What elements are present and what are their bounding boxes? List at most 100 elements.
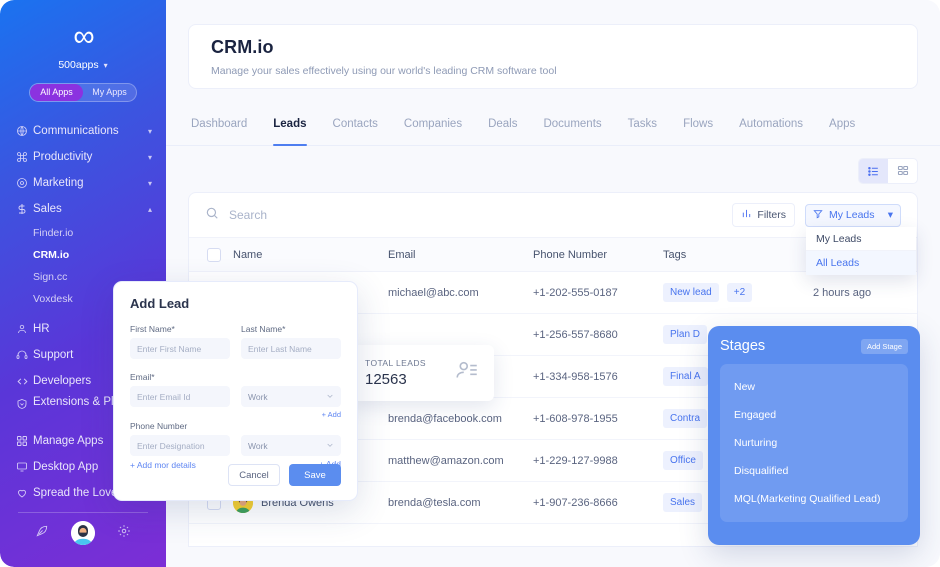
- total-leads-label: TOTAL LEADS: [365, 358, 426, 368]
- view-toggle: [858, 158, 918, 184]
- row-tags: New lead +2: [663, 283, 813, 302]
- brand-name: 500apps: [58, 59, 99, 71]
- tab-documents[interactable]: Documents: [530, 110, 614, 146]
- grid-view-icon[interactable]: [888, 159, 917, 183]
- phone-row: Phone Number Enter Designation + Add mor…: [130, 421, 341, 470]
- dropdown-option-all-leads[interactable]: All Leads: [806, 251, 916, 275]
- sidebar-item-label: Communications: [33, 125, 119, 137]
- stage-item-engaged[interactable]: Engaged: [720, 401, 908, 429]
- row-phone: +1-608-978-1955: [533, 412, 618, 425]
- first-name-field[interactable]: Enter First Name: [130, 338, 230, 359]
- list-view-icon[interactable]: [859, 159, 888, 183]
- sidebar-item-sales[interactable]: Sales ▴: [0, 196, 166, 222]
- sidebar-subitem-crm[interactable]: CRM.io: [0, 244, 166, 266]
- sidebar-item-label: Sales: [33, 203, 62, 215]
- page-subtitle: Manage your sales effectively using our …: [211, 65, 557, 77]
- phone-label: Phone Number: [130, 421, 188, 431]
- dollar-icon: [16, 203, 33, 215]
- funnel-icon: [813, 209, 823, 222]
- cancel-button[interactable]: Cancel: [228, 464, 280, 486]
- column-header-name: Name: [233, 248, 263, 261]
- sidebar-item-communications[interactable]: Communications ▾: [0, 118, 166, 144]
- add-stage-button[interactable]: Add Stage: [860, 338, 908, 354]
- chevron-down-icon: ▾: [887, 209, 893, 221]
- my-apps-segment[interactable]: My Apps: [83, 84, 136, 101]
- sidebar-divider: [18, 512, 148, 513]
- tab-flows[interactable]: Flows: [670, 110, 726, 146]
- tag-badge[interactable]: Contra: [663, 409, 708, 428]
- sidebar-item-marketing[interactable]: Marketing ▾: [0, 170, 166, 196]
- command-icon: [16, 151, 33, 163]
- page-title-card: CRM.io Manage your sales effectively usi…: [188, 24, 918, 89]
- phone-field[interactable]: Enter Designation: [130, 435, 230, 456]
- chevron-down-icon: ▾: [103, 60, 108, 70]
- email-row: Email* Enter Email Id . Work + Add: [130, 372, 341, 419]
- filters-button[interactable]: Filters: [732, 203, 795, 227]
- name-row: First Name* Enter First Name Last Name* …: [130, 324, 341, 359]
- email-type-select[interactable]: Work: [241, 386, 341, 407]
- sidebar-item-label: Marketing: [33, 177, 84, 189]
- stage-item-new[interactable]: New: [720, 373, 908, 401]
- row-time: 2 hours ago: [813, 286, 872, 299]
- infinity-logo-icon: ∞: [73, 20, 94, 53]
- tab-deals[interactable]: Deals: [475, 110, 530, 146]
- row-email: brenda@facebook.com: [388, 412, 502, 425]
- row-phone: +1-202-555-0187: [533, 286, 618, 299]
- add-lead-modal: Add Lead First Name* Enter First Name La…: [113, 281, 358, 501]
- tag-badge[interactable]: Office: [663, 451, 703, 470]
- chevron-down-icon: ▾: [147, 152, 152, 162]
- column-header-phone: Phone Number: [533, 248, 607, 261]
- shield-icon: [16, 396, 33, 410]
- row-phone: +1-907-236-8666: [533, 496, 618, 509]
- leads-scope-select[interactable]: My Leads ▾: [805, 203, 901, 227]
- stage-item-mql[interactable]: MQL(Marketing Qualified Lead): [720, 485, 908, 513]
- tag-overflow-badge[interactable]: +2: [726, 283, 753, 302]
- first-name-label: First Name*: [130, 324, 175, 334]
- sidebar-subitem-finder[interactable]: Finder.io: [0, 222, 166, 244]
- row-phone: +1-256-557-8680: [533, 328, 618, 341]
- brand-block: ∞ 500apps ▾: [0, 0, 166, 72]
- tab-apps[interactable]: Apps: [816, 110, 868, 146]
- stages-panel: Stages Add Stage New Engaged Nurturing D…: [708, 326, 920, 545]
- grid-icon: [16, 435, 33, 447]
- sidebar-item-productivity[interactable]: Productivity ▾: [0, 144, 166, 170]
- dropdown-option-my-leads[interactable]: My Leads: [806, 227, 916, 251]
- stage-item-nurturing[interactable]: Nurturing: [720, 429, 908, 457]
- email-field[interactable]: Enter Email Id: [130, 386, 230, 407]
- search-input[interactable]: Search: [205, 206, 732, 225]
- tag-badge[interactable]: Sales: [663, 493, 703, 512]
- tab-tasks[interactable]: Tasks: [615, 110, 670, 146]
- tab-contacts[interactable]: Contacts: [320, 110, 391, 146]
- email-label: Email*: [130, 372, 155, 382]
- total-leads-card: TOTAL LEADS 12563: [351, 345, 494, 401]
- tag-badge[interactable]: New lead: [663, 283, 719, 302]
- all-apps-segment[interactable]: All Apps: [30, 84, 83, 101]
- filter-sliders-icon: [741, 208, 752, 222]
- avatar[interactable]: [71, 521, 95, 545]
- save-button[interactable]: Save: [289, 464, 341, 486]
- select-all-checkbox[interactable]: [189, 247, 233, 262]
- email-type-value: Work: [248, 391, 268, 402]
- chevron-down-icon: ▾: [147, 126, 152, 136]
- tab-leads[interactable]: Leads: [260, 110, 319, 146]
- brand-switcher[interactable]: 500apps ▾: [0, 59, 166, 71]
- email-add-link[interactable]: + Add: [241, 410, 341, 419]
- stages-title: Stages: [720, 338, 766, 354]
- tab-automations[interactable]: Automations: [726, 110, 816, 146]
- tab-dashboard[interactable]: Dashboard: [178, 110, 260, 146]
- gear-icon[interactable]: [117, 524, 131, 543]
- add-lead-title: Add Lead: [130, 296, 190, 311]
- tab-bar: Dashboard Leads Contacts Companies Deals…: [166, 110, 940, 146]
- tag-badge[interactable]: Final A: [663, 367, 708, 386]
- chevron-up-icon: ▴: [147, 204, 152, 214]
- apps-toggle[interactable]: All Apps My Apps: [29, 83, 137, 102]
- add-more-details-link[interactable]: + Add mor details: [130, 460, 230, 470]
- feather-icon[interactable]: [35, 524, 49, 543]
- phone-type-select[interactable]: Work: [241, 435, 341, 456]
- tag-badge[interactable]: Plan D: [663, 325, 708, 344]
- row-phone: +1-334-958-1576: [533, 370, 618, 383]
- last-name-field[interactable]: Enter Last Name: [241, 338, 341, 359]
- user-icon: [16, 323, 33, 335]
- stage-item-disqualified[interactable]: Disqualified: [720, 457, 908, 485]
- tab-companies[interactable]: Companies: [391, 110, 475, 146]
